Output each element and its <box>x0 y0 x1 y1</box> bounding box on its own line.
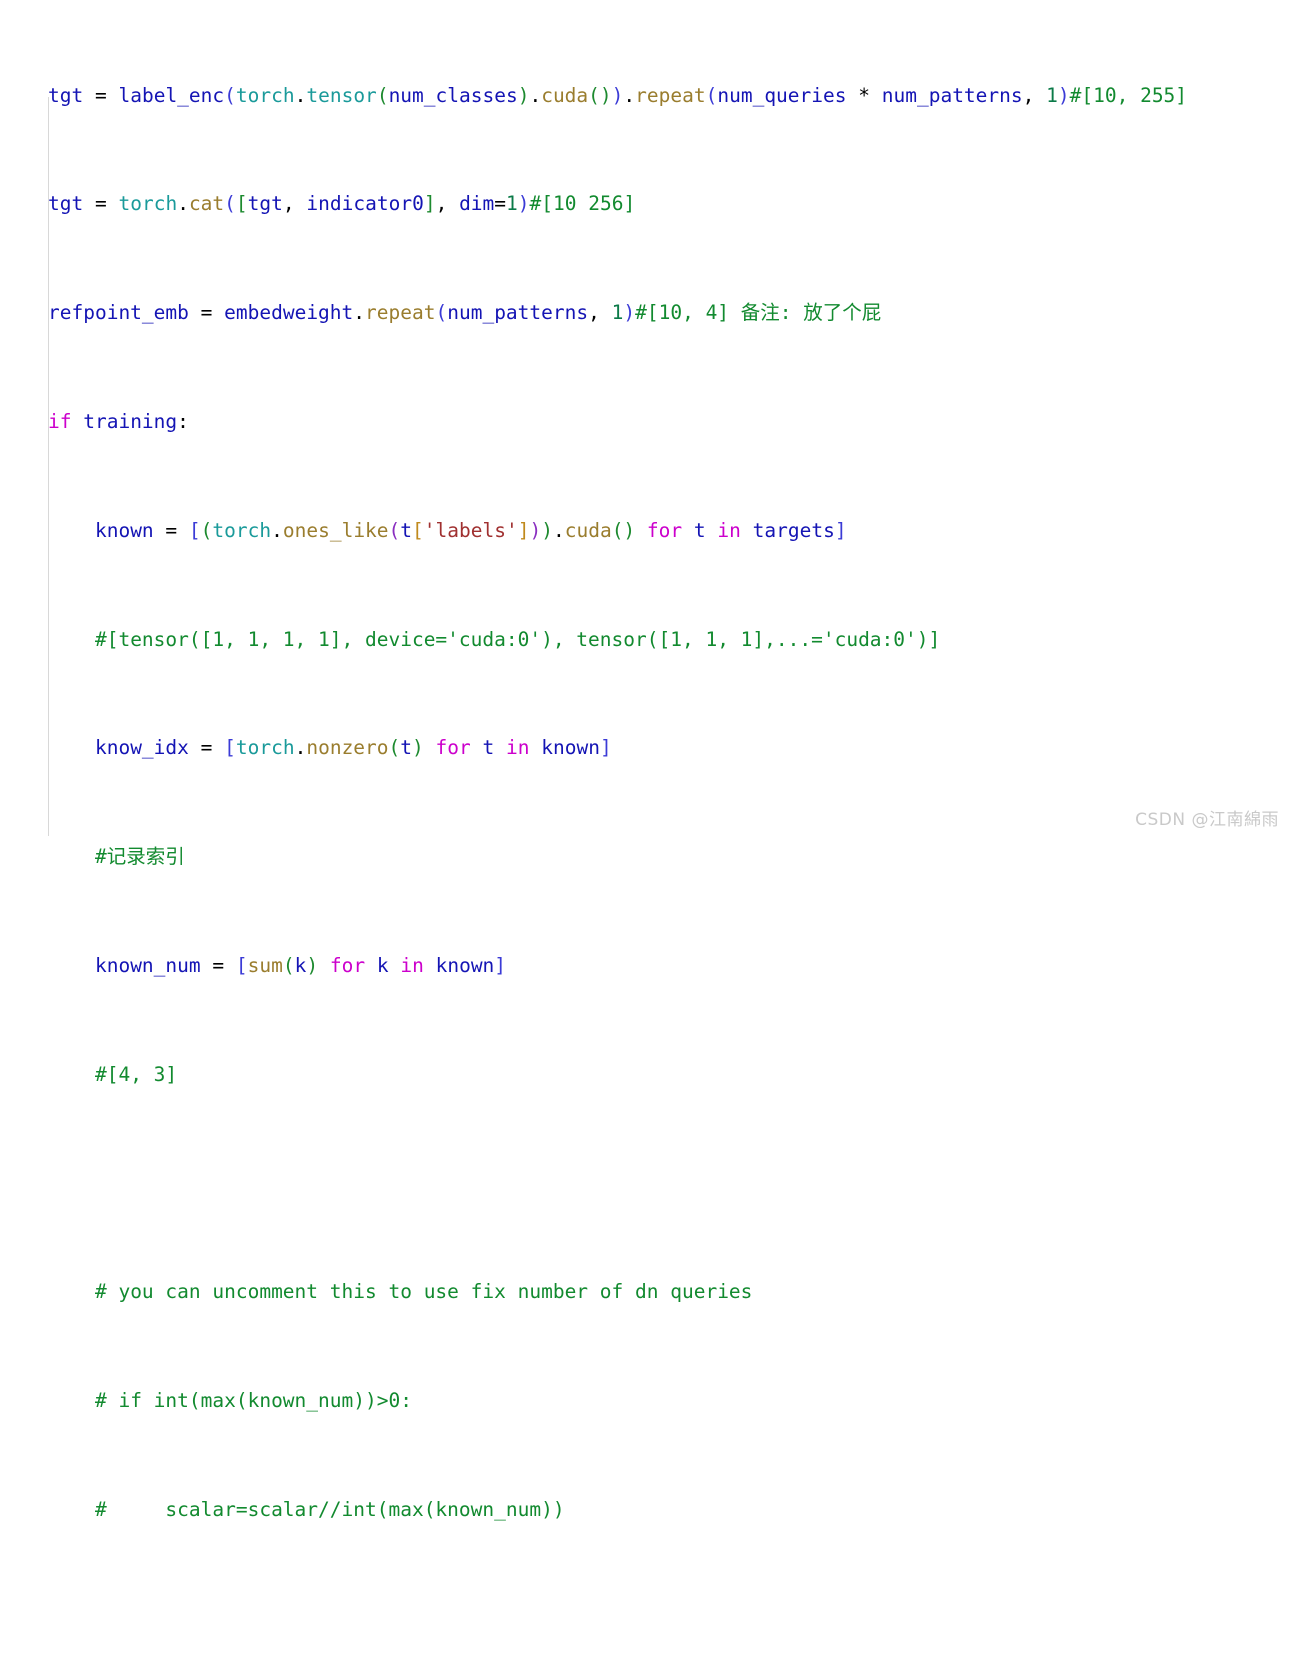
code-line[interactable]: tgt = label_enc(torch.tensor(num_classes… <box>48 82 1199 109</box>
code-line[interactable]: known_num = [sum(k) for k in known] <box>48 952 1199 979</box>
code-line[interactable]: # you can uncomment this to use fix numb… <box>48 1278 1199 1305</box>
code-line[interactable]: # if int(max(known_num))>0: <box>48 1387 1199 1414</box>
code-line[interactable]: known = [(torch.ones_like(t['labels'])).… <box>48 517 1199 544</box>
code-line[interactable]: refpoint_emb = embedweight.repeat(num_pa… <box>48 299 1199 326</box>
code-line[interactable]: # scalar=scalar//int(max(known_num)) <box>48 1496 1199 1523</box>
csdn-watermark: CSDN @江南綿雨 <box>1135 810 1279 830</box>
code-line[interactable]: #[4, 3] <box>48 1061 1199 1088</box>
code-line-empty[interactable] <box>48 1170 1199 1197</box>
code-line-empty[interactable] <box>48 1605 1199 1632</box>
code-line[interactable]: #记录索引 <box>48 843 1199 870</box>
code-line[interactable]: tgt = torch.cat([tgt, indicator0], dim=1… <box>48 190 1199 217</box>
code-line[interactable]: know_idx = [torch.nonzero(t) for t in kn… <box>48 734 1199 761</box>
code-line[interactable]: if training: <box>48 408 1199 435</box>
code-line[interactable]: #[tensor([1, 1, 1, 1], device='cuda:0'),… <box>48 626 1199 653</box>
code-screenshot: tgt = label_enc(torch.tensor(num_classes… <box>0 0 1293 1521</box>
code-block[interactable]: tgt = label_enc(torch.tensor(num_classes… <box>0 0 1199 1672</box>
